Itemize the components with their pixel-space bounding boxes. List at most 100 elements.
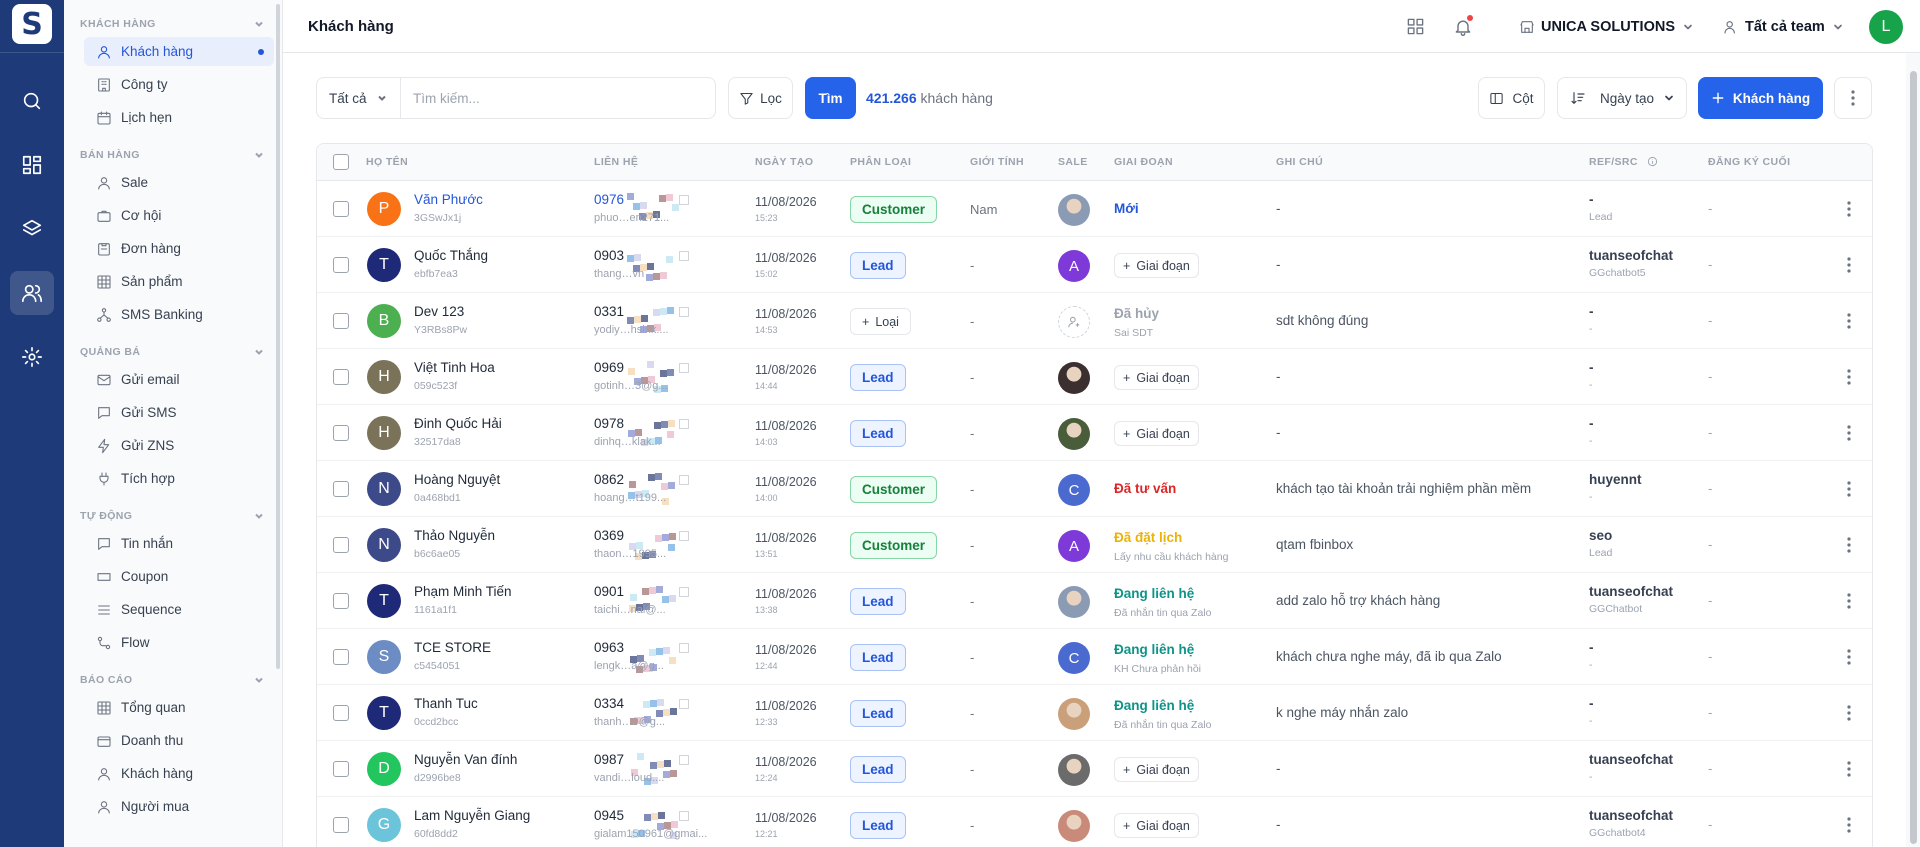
- sidebar-item[interactable]: Flow: [84, 628, 274, 657]
- row-actions-button[interactable]: [1837, 813, 1861, 837]
- table-row[interactable]: H Đinh Quốc Hải 32517da8 0978 dinhq…klak... 1…: [317, 405, 1872, 461]
- rail-settings-button[interactable]: [10, 335, 54, 379]
- col-gender[interactable]: GIỚI TÍNH: [970, 156, 1024, 168]
- row-checkbox[interactable]: [333, 257, 349, 273]
- sort-select[interactable]: Ngày tạo: [1557, 77, 1687, 119]
- stage-label[interactable]: Đang liên hệ: [1114, 642, 1194, 657]
- type-badge[interactable]: Lead: [850, 644, 906, 671]
- table-row[interactable]: B Dev 123 Y3RBs8Pw 0331 yodiy…hsink.... 11/08…: [317, 293, 1872, 349]
- add-stage-button[interactable]: + Giai đoạn: [1114, 813, 1199, 838]
- col-type[interactable]: PHÂN LOẠI: [850, 156, 911, 168]
- stage-label[interactable]: Đã tư vấn: [1114, 481, 1176, 496]
- row-actions-button[interactable]: [1837, 477, 1861, 501]
- table-row[interactable]: P Văn Phước 3GSwJx1j 0976 phuo…en271... 11/08…: [317, 181, 1872, 237]
- type-badge[interactable]: Lead: [850, 588, 906, 615]
- sidebar-item[interactable]: Sequence: [84, 595, 274, 624]
- row-checkbox[interactable]: [333, 481, 349, 497]
- customer-name[interactable]: Lam Nguyễn Giang: [414, 808, 530, 823]
- sale-avatar-photo[interactable]: [1058, 194, 1090, 226]
- sale-avatar[interactable]: C: [1058, 642, 1090, 674]
- row-checkbox[interactable]: [333, 201, 349, 217]
- row-checkbox[interactable]: [333, 593, 349, 609]
- customer-name[interactable]: Nguyễn Van đính: [414, 752, 517, 767]
- customer-name[interactable]: Hoàng Nguyệt: [414, 472, 500, 487]
- row-actions-button[interactable]: [1837, 701, 1861, 725]
- rail-search-button[interactable]: [10, 79, 54, 123]
- table-row[interactable]: T Thanh Tuc 0ccd2bcc 0334 thanh…9@g... 11/08/…: [317, 685, 1872, 741]
- customer-phone[interactable]: 0978: [594, 416, 624, 431]
- customer-phone[interactable]: 0945: [594, 808, 624, 823]
- sidebar-item[interactable]: Cơ hội: [84, 201, 274, 230]
- row-actions-button[interactable]: [1837, 533, 1861, 557]
- customer-phone[interactable]: 0963: [594, 640, 624, 655]
- row-actions-button[interactable]: [1837, 253, 1861, 277]
- row-checkbox[interactable]: [333, 705, 349, 721]
- type-badge[interactable]: Customer: [850, 532, 938, 559]
- rail-layers-button[interactable]: [10, 207, 54, 251]
- rail-dashboard-button[interactable]: [10, 143, 54, 187]
- customer-name[interactable]: Thanh Tuc: [414, 696, 478, 711]
- col-name[interactable]: HỌ TÊN: [366, 156, 408, 168]
- row-actions-button[interactable]: [1837, 645, 1861, 669]
- sidebar-item[interactable]: Lịch hẹn: [84, 103, 274, 132]
- sale-avatar[interactable]: A: [1058, 250, 1090, 282]
- sidebar-item[interactable]: Tổng quan: [84, 693, 274, 722]
- type-badge[interactable]: Customer: [850, 476, 938, 503]
- sidebar-item[interactable]: Tin nhắn: [84, 529, 274, 558]
- filter-button[interactable]: Lọc: [728, 77, 793, 119]
- type-badge[interactable]: Lead: [850, 812, 906, 839]
- sidebar-item[interactable]: Đơn hàng: [84, 234, 274, 263]
- customer-phone[interactable]: 0862: [594, 472, 624, 487]
- col-sale[interactable]: SALE: [1058, 156, 1088, 168]
- table-row[interactable]: H Việt Tinh Hoa 059c523f 0969 gotinh…3@g... 1…: [317, 349, 1872, 405]
- customer-name[interactable]: Đinh Quốc Hải: [414, 416, 502, 431]
- add-type-button[interactable]: + Loại: [850, 308, 911, 335]
- add-customer-button[interactable]: Khách hàng: [1698, 77, 1823, 119]
- customer-name[interactable]: TCE STORE: [414, 640, 491, 655]
- sidebar-item[interactable]: Coupon: [84, 562, 274, 591]
- type-badge[interactable]: Lead: [850, 252, 906, 279]
- sidebar-item[interactable]: Người mua: [84, 792, 274, 821]
- customer-name[interactable]: Việt Tinh Hoa: [414, 360, 495, 375]
- scope-select[interactable]: Tất cả: [317, 78, 401, 118]
- table-row[interactable]: D Nguyễn Van đính d2996be8 0987 vandi…loud..…: [317, 741, 1872, 797]
- app-logo[interactable]: S: [12, 4, 52, 44]
- sidebar-item[interactable]: Công ty: [84, 70, 274, 99]
- sidebar-item[interactable]: Tích hợp: [84, 464, 274, 493]
- sidebar-item[interactable]: Doanh thu: [84, 726, 274, 755]
- select-all-checkbox[interactable]: [333, 154, 349, 170]
- more-actions-button[interactable]: [1834, 77, 1872, 119]
- table-row[interactable]: T Quốc Thắng ebfb7ea3 0903 thang…vn 11/08/202…: [317, 237, 1872, 293]
- rail-customers-button[interactable]: [10, 271, 54, 315]
- sale-avatar-photo[interactable]: [1058, 810, 1090, 842]
- customer-name[interactable]: Văn Phước: [414, 192, 483, 207]
- sidebar-item[interactable]: Sản phẩm: [84, 267, 274, 296]
- type-badge[interactable]: Lead: [850, 756, 906, 783]
- row-checkbox[interactable]: [333, 649, 349, 665]
- stage-label[interactable]: Đã đặt lịch: [1114, 530, 1182, 545]
- user-menu[interactable]: L: [1869, 0, 1903, 53]
- search-input[interactable]: [401, 78, 715, 118]
- row-checkbox[interactable]: [333, 761, 349, 777]
- customer-phone[interactable]: 0969: [594, 360, 624, 375]
- col-stage[interactable]: GIAI ĐOẠN: [1114, 156, 1173, 168]
- sidebar-section-header[interactable]: BÁN HÀNG: [64, 144, 282, 166]
- customer-name[interactable]: Quốc Thắng: [414, 248, 488, 263]
- org-switcher[interactable]: UNICA SOLUTIONS: [1519, 0, 1693, 53]
- add-stage-button[interactable]: + Giai đoạn: [1114, 365, 1199, 390]
- col-note[interactable]: GHI CHÚ: [1276, 156, 1323, 168]
- add-stage-button[interactable]: + Giai đoạn: [1114, 757, 1199, 782]
- sale-avatar[interactable]: C: [1058, 474, 1090, 506]
- sidebar-section-header[interactable]: QUẢNG BÁ: [64, 341, 282, 363]
- table-row[interactable]: T Phạm Minh Tiến 1161a1f1 0901 taichi…nai@..…: [317, 573, 1872, 629]
- row-actions-button[interactable]: [1837, 309, 1861, 333]
- row-checkbox[interactable]: [333, 817, 349, 833]
- stage-label[interactable]: Đang liên hệ: [1114, 698, 1194, 713]
- customer-name[interactable]: Phạm Minh Tiến: [414, 584, 512, 599]
- col-last-signup[interactable]: ĐĂNG KÝ CUỐI: [1708, 156, 1790, 168]
- table-row[interactable]: N Hoàng Nguyệt 0a468bd1 0862 hoang…t199... 11…: [317, 461, 1872, 517]
- col-ref[interactable]: REF/SRC: [1589, 156, 1638, 168]
- sale-avatar-photo[interactable]: [1058, 418, 1090, 450]
- table-row[interactable]: G Lam Nguyễn Giang 60fd8dd2 0945 gialam15096…: [317, 797, 1872, 847]
- apps-grid-button[interactable]: [1406, 0, 1425, 53]
